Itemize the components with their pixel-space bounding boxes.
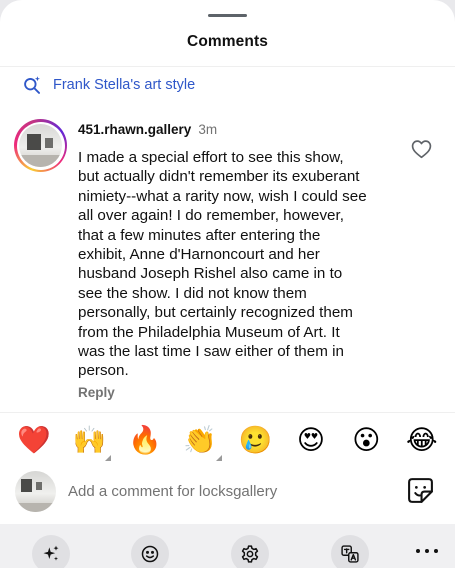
- emoji-quick-reactions: ❤️ 🙌 🔥 👏 🥲 😍 😮 😂: [0, 412, 455, 468]
- emoji-glyph: 👏: [183, 424, 217, 456]
- comment-line: but actually didn't remember its exubera…: [78, 168, 360, 186]
- translate-button[interactable]: [331, 535, 369, 568]
- comment-header: 451.rhawn.gallery 3m: [78, 122, 217, 137]
- translate-icon: [341, 545, 359, 563]
- sparkle-icon: [43, 545, 59, 561]
- emoji-tears-of-joy[interactable]: 😂: [404, 423, 440, 459]
- comment-line: personally, but certainly recognized the…: [78, 304, 353, 322]
- gear-icon: [241, 545, 259, 563]
- emoji-astonished-face[interactable]: 😮: [348, 423, 384, 459]
- comment-line: that a few minutes after entering the: [78, 226, 321, 244]
- emoji-clapping-hands[interactable]: 👏: [182, 423, 223, 461]
- drag-handle[interactable]: [208, 14, 247, 17]
- comment-line: exhibit, Anne d'Harnoncourt and her: [78, 246, 320, 264]
- sparkle-button[interactable]: [32, 535, 70, 568]
- comment-line: person.: [78, 362, 129, 380]
- more-icon[interactable]: [414, 547, 440, 555]
- skin-tone-indicator: [216, 454, 223, 461]
- my-avatar: [15, 471, 56, 512]
- emoji-raising-hands[interactable]: 🙌: [71, 423, 112, 461]
- emoji-glyph: 🔥: [127, 424, 162, 456]
- comment-line: nimiety--what a rarity now, wish I could…: [78, 187, 367, 205]
- comment-line: see the show. I did not know them: [78, 284, 307, 302]
- settings-button[interactable]: [231, 535, 269, 568]
- skin-tone-indicator: [105, 454, 112, 461]
- emoji-red-heart[interactable]: ❤️: [16, 423, 52, 459]
- reply-button[interactable]: Reply: [78, 385, 115, 400]
- commenter-username[interactable]: 451.rhawn.gallery: [78, 122, 191, 137]
- comment-line: from the Philadelphia Museum of Art. It: [78, 323, 340, 341]
- sheet-title: Comments: [187, 33, 268, 50]
- emoji-heart-eyes[interactable]: 😍: [293, 423, 329, 459]
- keyboard-toolbar: [0, 524, 455, 568]
- comments-sheet: Comments Frank Stella's art style 451.rh…: [0, 0, 455, 568]
- comment-line: husband Joseph Rishel also came in to: [78, 265, 343, 283]
- emoji-fire[interactable]: 🔥: [127, 423, 163, 459]
- header-divider: [0, 66, 455, 67]
- emoji-keyboard-button[interactable]: [131, 535, 169, 568]
- related-search-label[interactable]: Frank Stella's art style: [53, 77, 195, 93]
- emoji-glyph: 😮: [352, 424, 381, 456]
- emoji-crying-face[interactable]: 🥲: [238, 423, 274, 459]
- commenter-avatar[interactable]: [14, 119, 67, 172]
- comment-text: I made a special effort to see this show…: [78, 148, 396, 381]
- comment-item: 451.rhawn.gallery 3m I made a special ef…: [0, 112, 455, 412]
- sticker-icon[interactable]: [406, 476, 435, 505]
- comment-line: I made a special effort to see this show…: [78, 149, 344, 166]
- comment-line: was the last time I saw either of them i…: [78, 343, 344, 361]
- comment-timestamp: 3m: [198, 122, 218, 137]
- heart-outline-icon[interactable]: [411, 139, 432, 159]
- emoji-glyph: 😍: [296, 424, 326, 456]
- related-search-link[interactable]: Frank Stella's art style: [22, 74, 195, 96]
- comment-input[interactable]: [68, 479, 384, 503]
- emoji-glyph: ❤️: [17, 424, 51, 456]
- avatar-photo: [19, 124, 62, 167]
- comment-composer: [0, 468, 455, 516]
- emoji-glyph: 🥲: [238, 424, 273, 456]
- comment-line: all over again! I do remember, however,: [78, 207, 344, 225]
- search-sparkle-icon: [24, 76, 40, 94]
- emoji-glyph: 🙌: [72, 424, 107, 456]
- smiley-icon: [141, 545, 159, 563]
- emoji-glyph: 😂: [405, 424, 438, 456]
